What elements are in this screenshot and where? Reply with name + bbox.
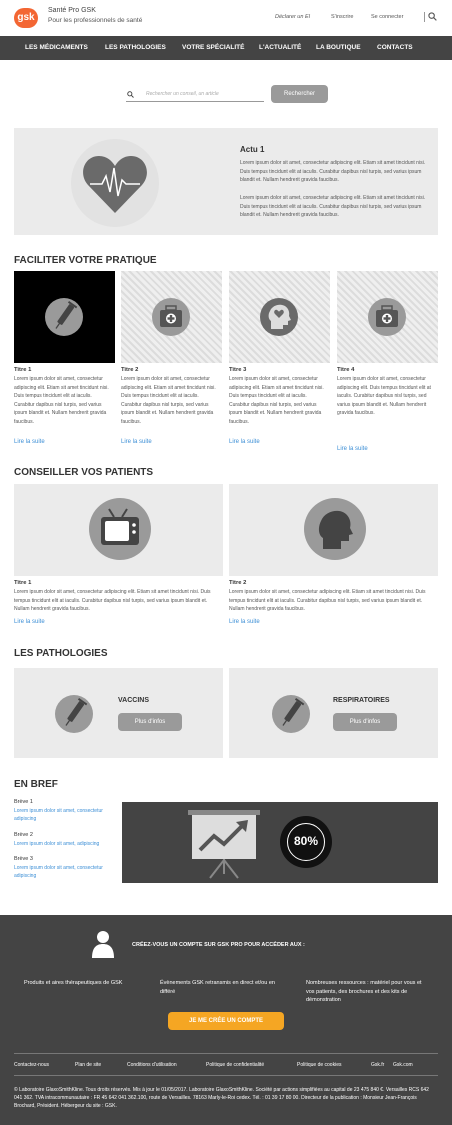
search-button[interactable]: Rechercher [271,85,328,103]
head-icon [260,298,298,336]
syringe-icon [45,298,83,336]
more-info-button[interactable]: Plus d'infos [333,713,397,731]
pathology-card-vaccins[interactable]: VACCINS Plus d'infos [14,668,223,758]
card-image [229,484,438,576]
hero-title: Actu 1 [240,145,265,154]
read-more-link[interactable]: Lire la suite [14,619,45,625]
section-heading-patients: CONSEILLER VOS PATIENTS [14,467,154,478]
card-image [121,271,222,363]
pathology-card-respiratoires[interactable]: RESPIRATOIRES Plus d'infos [229,668,438,758]
card-image [14,484,223,576]
read-more-link[interactable]: Lire la suite [229,439,260,445]
breve-title: Brève 3 [14,856,33,862]
footer-divider [14,1075,438,1076]
nav-item-medicaments[interactable]: LES MÉDICAMENTS [25,44,88,51]
site-header: gsk Santé Pro GSK Pour les professionnel… [0,0,452,36]
header-divider [424,12,425,22]
card-image [14,271,115,363]
card-title: Titre 2 [121,367,139,373]
card-title: Titre 3 [229,367,247,373]
breve-text[interactable]: Lorem ipsum dolor sit amet, consectetur … [14,807,118,823]
breve-title: Brève 1 [14,799,33,805]
declare-ei-link[interactable]: Déclarer un EI [275,14,310,20]
benefit-products: Produits et aires thérapeutiques de GSK [24,980,123,986]
search-input[interactable]: Rechercher un conseil, un article [126,88,264,102]
footer-link-gsk-fr[interactable]: Gsk.fr [371,1062,384,1068]
stat-badge: 80% [280,816,332,868]
search-placeholder: Rechercher un conseil, un article [146,91,219,97]
search-icon [127,91,134,98]
benefit-resources: Nombreuses ressources : matériel pour vo… [306,980,422,1003]
nav-item-actualite[interactable]: L'ACTUALITÉ [259,44,301,51]
section-heading-bref: EN BREF [14,779,58,790]
presentation-chart-icon [188,810,260,879]
section-heading-pratique: FACILITER VOTRE PRATIQUE [14,255,157,266]
footer-link-cookies[interactable]: Politique de cookies [297,1062,341,1068]
user-icon [92,931,114,958]
pathology-label: VACCINS [118,697,149,704]
brand-subtitle: Pour les professionnels de santé [48,17,143,24]
nav-item-boutique[interactable]: LA BOUTIQUE [316,44,361,51]
footer-link-privacy[interactable]: Politique de confidentialité [206,1062,264,1068]
stat-value: 80% [293,834,319,848]
nav-item-pathologies[interactable]: LES PATHOLOGIES [105,44,166,51]
breve-title: Brève 2 [14,832,33,838]
footer-link-gsk-com[interactable]: Gsk.com [393,1062,413,1068]
heart-icon [71,139,159,227]
card-title: Titre 2 [229,580,247,586]
breve-text[interactable]: Lorem ipsum dolor sit amet, adipiscing [14,840,118,848]
syringe-icon [55,695,93,733]
card-text: Lorem ipsum dolor sit amet, consectetur … [337,376,431,416]
brand-title: Santé Pro GSK [48,7,96,14]
card-image [229,271,330,363]
signup-cta-title: CRÉEZ-VOUS UN COMPTE SUR GSK PRO POUR AC… [132,942,305,948]
read-more-link[interactable]: Lire la suite [14,439,45,445]
nav-item-contacts[interactable]: CONTACTS [377,44,413,51]
footer-link-sitemap[interactable]: Plan de site [75,1062,101,1068]
search-icon[interactable] [428,12,437,21]
card-text: Lorem ipsum dolor sit amet, consectetur … [229,376,324,425]
card-text: Lorem ipsum dolor sit amet, consectetur … [14,589,211,612]
breve-text[interactable]: Lorem ipsum dolor sit amet, consectetur … [14,864,118,880]
read-more-link[interactable]: Lire la suite [229,619,260,625]
login-link[interactable]: Se connecter [371,14,403,20]
hero-news[interactable]: Actu 1 Lorem ipsum dolor sit amet, conse… [14,128,438,235]
card-title: Titre 4 [337,367,355,373]
gsk-logo[interactable]: gsk [14,8,38,28]
tv-icon [89,498,151,560]
card-title: Titre 1 [14,367,32,373]
read-more-link[interactable]: Lire la suite [337,446,368,452]
read-more-link[interactable]: Lire la suite [121,439,152,445]
footer-divider [14,1053,438,1054]
footer-link-terms[interactable]: Conditions d'utilisation [127,1062,177,1068]
more-info-button[interactable]: Plus d'infos [118,713,182,731]
hero-paragraph-1: Lorem ipsum dolor sit amet, consectetur … [240,160,426,183]
syringe-icon [272,695,310,733]
benefit-events: Évènements GSK retransmis en direct et/o… [160,980,275,995]
section-heading-pathologies: LES PATHOLOGIES [14,648,108,659]
first-aid-kit-icon [368,298,406,336]
card-text: Lorem ipsum dolor sit amet, consectetur … [229,589,426,612]
card-text: Lorem ipsum dolor sit amet, consectetur … [121,376,216,425]
legal-notice: © Laboratoire GlaxoSmithKline. Tous droi… [14,1087,429,1109]
nav-item-specialite[interactable]: VOTRE SPÉCIALITÉ [182,44,244,51]
main-nav: LES MÉDICAMENTS LES PATHOLOGIES VOTRE SP… [0,36,452,60]
card-text: Lorem ipsum dolor sit amet, consectetur … [14,376,109,425]
first-aid-kit-icon [152,298,190,336]
pathology-label: RESPIRATOIRES [333,697,390,704]
head-icon [304,498,366,560]
card-image [337,271,438,363]
footer-link-contact[interactable]: Contactez-nous [14,1062,49,1068]
bref-feature-panel[interactable]: 80% [122,802,438,883]
signup-link[interactable]: S'inscrire [331,14,353,20]
hero-paragraph-2: Lorem ipsum dolor sit amet, consectetur … [240,195,426,218]
card-title: Titre 1 [14,580,32,586]
create-account-button[interactable]: JE ME CRÉE UN COMPTE [168,1012,284,1030]
